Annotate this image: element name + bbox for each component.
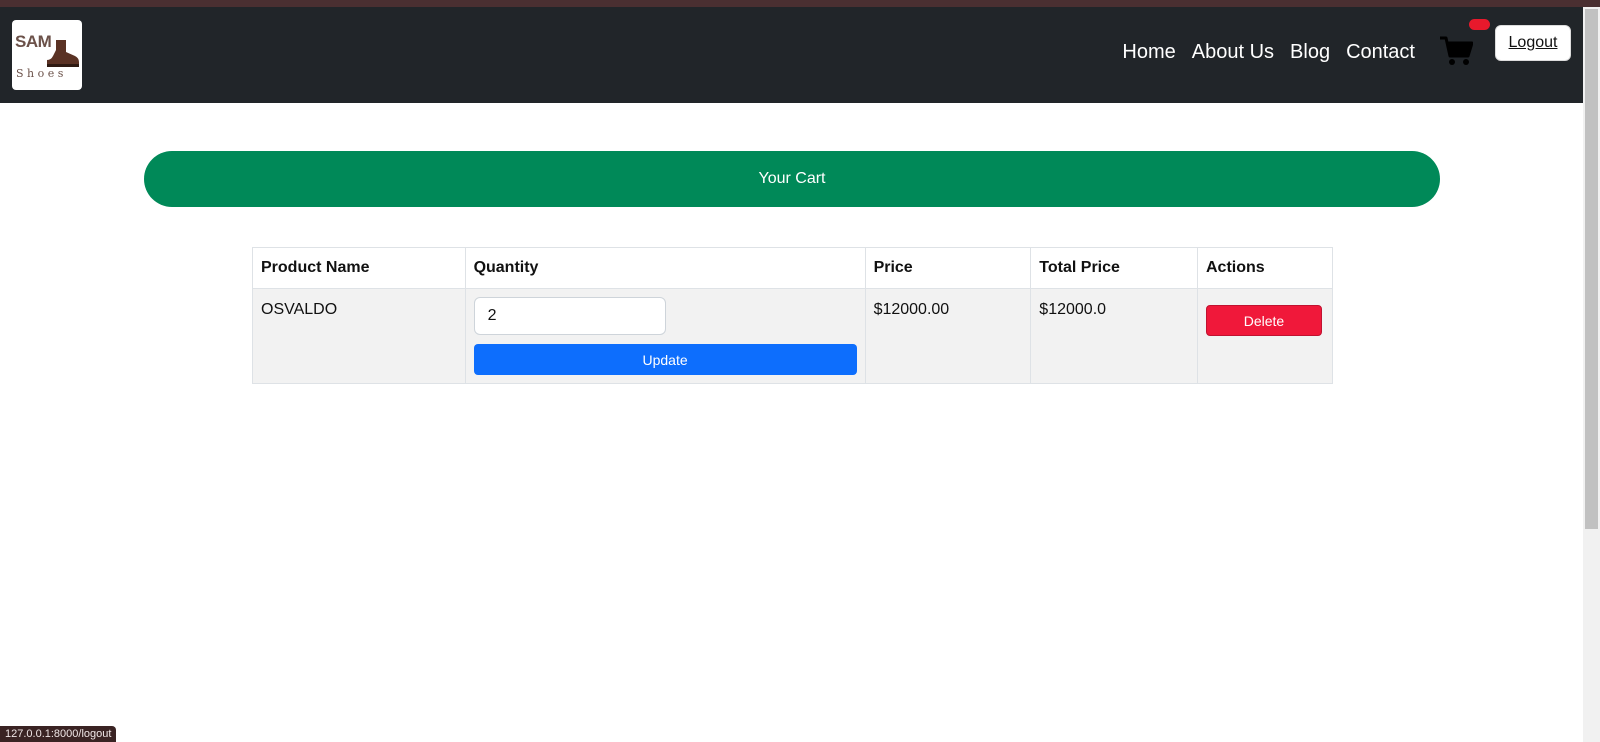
actions-cell: Delete bbox=[1196, 288, 1334, 384]
table-row: OSVALDO Update $12000.00 $12000.0 Delete bbox=[252, 288, 1334, 384]
brand-logo[interactable]: SAM Shoes bbox=[12, 20, 82, 90]
status-bar-url: 127.0.0.1:8000/logout bbox=[0, 726, 117, 742]
boot-icon bbox=[47, 40, 79, 67]
nav-blog[interactable]: Blog bbox=[1290, 41, 1330, 64]
nav-contact[interactable]: Contact bbox=[1346, 41, 1415, 64]
page: SAM Shoes Home About Us Blog Contact Log… bbox=[0, 0, 1600, 742]
shopping-cart-icon[interactable] bbox=[1439, 35, 1473, 67]
logout-button[interactable]: Logout bbox=[1495, 25, 1571, 61]
cart-count-badge bbox=[1469, 19, 1490, 30]
scrollbar-thumb[interactable] bbox=[1585, 9, 1598, 529]
quantity-cell: Update bbox=[464, 288, 866, 384]
cart-title: Your Cart bbox=[758, 170, 826, 187]
navbar: SAM Shoes Home About Us Blog Contact bbox=[0, 7, 1583, 103]
nav-links: Home About Us Blog Contact bbox=[1122, 41, 1415, 64]
column-header-total-price: Total Price bbox=[1030, 247, 1198, 289]
nav-home[interactable]: Home bbox=[1122, 41, 1175, 64]
cart-table: Product Name Quantity Price Total Price … bbox=[252, 247, 1334, 384]
table-header-row: Product Name Quantity Price Total Price … bbox=[252, 247, 1334, 289]
price-cell: $12000.00 bbox=[864, 288, 1032, 384]
column-header-quantity: Quantity bbox=[464, 247, 866, 289]
vertical-scrollbar[interactable] bbox=[1583, 7, 1600, 742]
cart-title-banner: Your Cart bbox=[144, 151, 1440, 207]
product-name-cell: OSVALDO bbox=[252, 288, 466, 384]
column-header-product-name: Product Name bbox=[252, 247, 466, 289]
nav-about-us[interactable]: About Us bbox=[1192, 41, 1274, 64]
total-price-cell: $12000.0 bbox=[1030, 288, 1198, 384]
update-button[interactable]: Update bbox=[473, 344, 857, 375]
column-header-price: Price bbox=[864, 247, 1032, 289]
column-header-actions: Actions bbox=[1196, 247, 1334, 289]
logo-text-bottom: Shoes bbox=[16, 67, 67, 80]
browser-top-strip bbox=[0, 0, 1600, 7]
quantity-input[interactable] bbox=[473, 297, 666, 335]
delete-button[interactable]: Delete bbox=[1205, 305, 1322, 336]
